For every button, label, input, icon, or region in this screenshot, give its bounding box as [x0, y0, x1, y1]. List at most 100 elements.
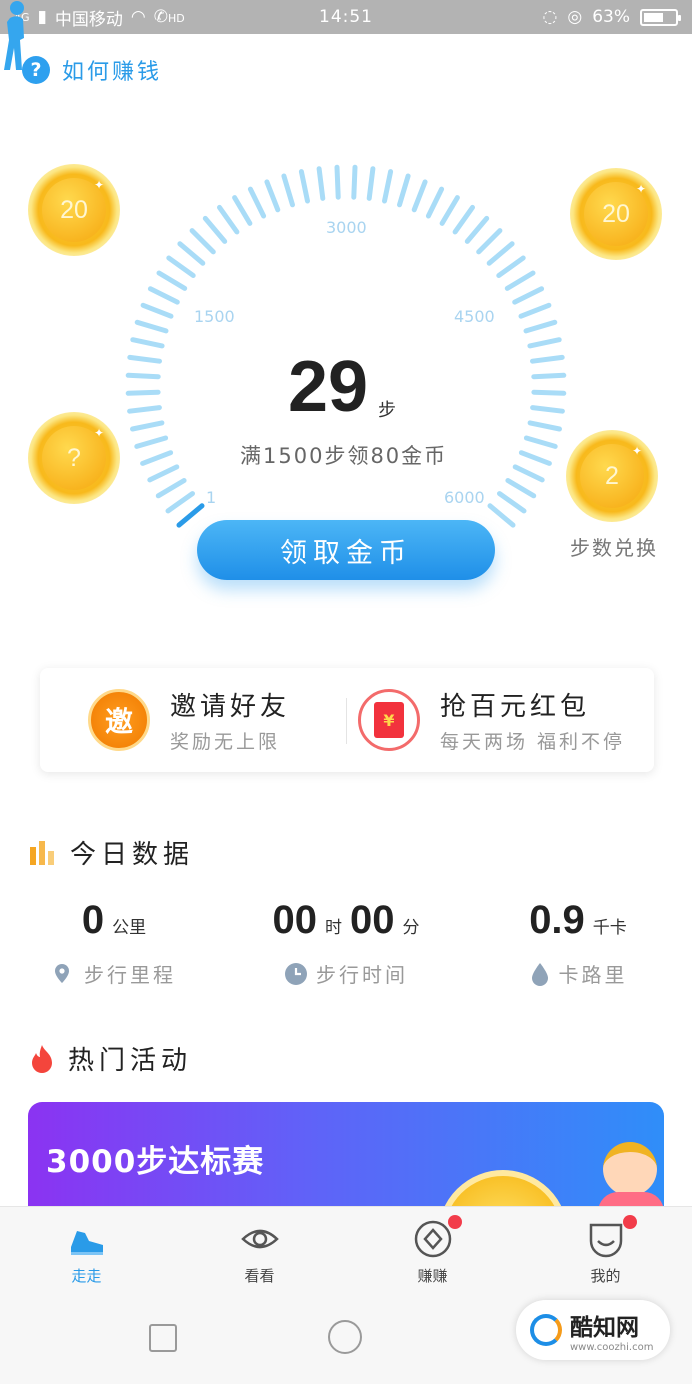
gauge-tick	[125, 389, 161, 396]
home-button[interactable]	[328, 1320, 362, 1354]
gauge-tick	[531, 372, 567, 380]
invite-title: 邀请好友	[170, 692, 291, 722]
gauge-tick	[217, 204, 240, 235]
promo-divider	[346, 698, 347, 744]
tab-watch[interactable]: 看看	[173, 1207, 346, 1296]
time-value-row: 00 时 00 分	[236, 898, 456, 943]
gauge-tick	[452, 204, 475, 235]
gauge-tick	[523, 435, 558, 449]
gauge-tick	[523, 319, 558, 334]
sparkle-icon: ✦	[635, 182, 646, 196]
gauge-tick	[177, 241, 206, 266]
gauge-tick	[125, 372, 161, 380]
tab-me[interactable]: 我的	[519, 1207, 692, 1296]
tab-walk[interactable]: 走走	[0, 1207, 173, 1296]
gauge-tick-6000: 6000	[444, 488, 485, 507]
runner-face	[603, 1142, 657, 1196]
gauge-tick	[512, 464, 545, 483]
smile-profile-icon	[589, 1223, 622, 1258]
gauge-tick	[281, 173, 295, 208]
gauge-tick	[476, 228, 503, 255]
calories-caption: 卡路里	[488, 959, 668, 988]
location-pin-icon	[55, 963, 69, 983]
calories-unit: 千卡	[592, 918, 627, 938]
gauge-tick	[134, 319, 169, 334]
gauge-tick	[497, 491, 527, 514]
today-data-title: 今日数据	[70, 840, 195, 870]
coin-bubble-top-left[interactable]: 20 ✦	[28, 164, 120, 256]
gauge-tick	[165, 491, 195, 514]
gauge-tick	[155, 478, 187, 499]
gauge-tick	[166, 255, 196, 278]
tab-watch-label: 看看	[244, 1267, 275, 1285]
gauge-tick	[140, 450, 174, 466]
invite-subtitle: 奖励无上限	[170, 731, 281, 753]
coin-bubble-mid-left[interactable]: ? ✦	[28, 412, 120, 504]
gauge-tick	[512, 286, 545, 305]
minutes-unit: 分	[402, 918, 420, 938]
hours-unit: 时	[325, 918, 342, 938]
stat-distance: 0 公里 步行里程	[24, 898, 204, 988]
invite-friends-entry[interactable]: 邀 邀请好友 奖励无上限	[88, 668, 290, 772]
gauge-tick	[298, 169, 310, 204]
gauge-tick	[530, 405, 565, 414]
gauge-tick	[425, 186, 445, 219]
clock-icon	[285, 962, 307, 985]
bar-chart-icon	[30, 840, 54, 865]
eye-icon	[240, 1229, 279, 1249]
gauge-tick	[397, 173, 411, 208]
diamond-coin-icon	[414, 1220, 451, 1258]
gauge-tick	[527, 337, 562, 349]
coin-bubble-exchange[interactable]: 2 ✦	[566, 430, 658, 522]
gauge-tick-3000: 3000	[326, 218, 367, 237]
tab-earn-label: 赚赚	[417, 1267, 448, 1285]
today-data-heading: 今日数据	[30, 834, 194, 871]
calories-value: 0.9	[529, 898, 585, 942]
gauge-tick	[130, 420, 165, 432]
gauge-tick	[232, 195, 253, 226]
sneaker-icon	[70, 1231, 103, 1255]
coin-bubble-top-right[interactable]: 20 ✦	[570, 168, 662, 260]
gauge-tick-1500: 1500	[194, 307, 235, 326]
distance-unit: 公里	[112, 918, 147, 938]
gauge-tick-1: 1	[206, 488, 217, 507]
gauge-tick	[127, 354, 162, 364]
red-packet-entry[interactable]: ¥ 抢百元红包 每天两场 福利不停	[358, 668, 625, 772]
time-caption: 步行时间	[236, 959, 456, 988]
recent-apps-button[interactable]	[149, 1324, 177, 1352]
gauge-tick	[486, 241, 515, 266]
claim-coins-button[interactable]: 领取金币	[197, 520, 495, 580]
gauge-tick	[130, 337, 165, 349]
gauge-tick	[147, 464, 180, 483]
hot-activities-title: 热门活动	[68, 1046, 193, 1076]
sparkle-icon: ✦	[93, 178, 104, 192]
promo-card: 邀 邀请好友 奖励无上限 ¥ 抢百元红包 每天两场 福利不停	[40, 668, 654, 772]
gauge-tick	[518, 302, 552, 319]
distance-caption: 步行里程	[24, 959, 204, 988]
time-label: 步行时间	[316, 963, 408, 987]
activity-banner[interactable]: 3000步达标赛 ✦	[28, 1102, 664, 1222]
distance-label: 步行里程	[84, 963, 176, 987]
tab-earn[interactable]: 赚赚	[346, 1207, 519, 1296]
calories-label: 卡路里	[558, 963, 628, 987]
gauge-tick	[531, 389, 567, 396]
invite-badge-icon: 邀	[88, 689, 150, 751]
gauge-tick	[505, 478, 537, 499]
gauge-tick-4500: 4500	[454, 307, 495, 326]
distance-value: 0	[81, 898, 105, 942]
gauge-tick	[316, 166, 326, 201]
gauge-tick	[504, 270, 536, 291]
gauge-tick	[140, 302, 174, 319]
drop-icon	[531, 962, 548, 986]
gauge-tick	[134, 435, 169, 449]
step-exchange-label: 步数兑换	[570, 536, 658, 560]
invite-text: 邀请好友 奖励无上限	[170, 686, 290, 754]
gauge-tick	[147, 286, 180, 305]
gauge-tick	[527, 420, 562, 432]
gauge-tick	[411, 179, 428, 213]
red-packet-icon: ¥	[358, 689, 420, 751]
red-packet-envelope-icon: ¥	[374, 702, 404, 738]
flame-icon	[32, 1044, 52, 1073]
gauge-tick	[247, 186, 267, 219]
gauge-tick	[366, 166, 376, 201]
